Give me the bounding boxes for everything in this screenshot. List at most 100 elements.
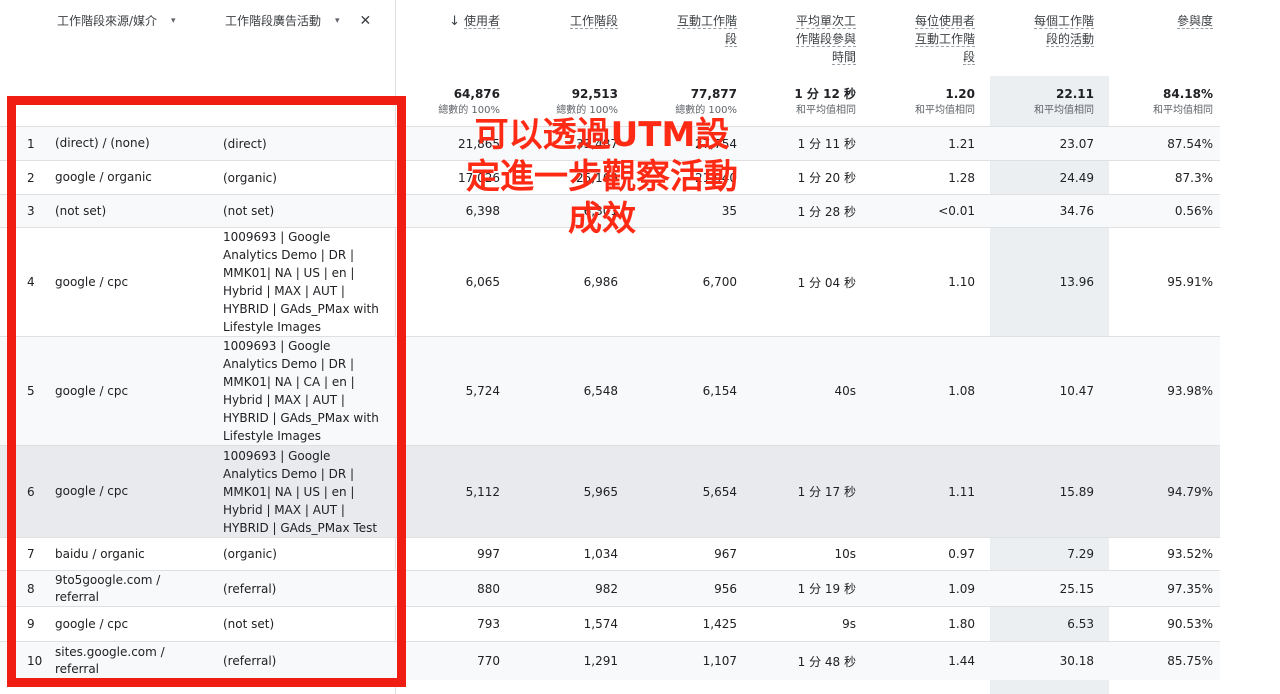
metric-cell: 0.97 — [875, 538, 975, 570]
metric-cell: 956 — [637, 571, 737, 606]
metric-cell: 30.18 — [994, 642, 1094, 680]
metric-cell: 967 — [637, 538, 737, 570]
metric-cell: <0.01 — [875, 195, 975, 227]
metric-cell-text: 1 分 19 秒 — [797, 582, 856, 596]
metric-cell-text: 982 — [595, 581, 618, 596]
metric-cell-text: 1 分 48 秒 — [797, 654, 856, 669]
metric-header-label: 段 — [962, 50, 975, 65]
metric-cell-text: 997 — [477, 547, 500, 561]
metric-header-label: 段 — [724, 32, 737, 47]
metric-header-label: 互動工作階 — [914, 32, 975, 47]
metric-cell: 10.47 — [994, 337, 1094, 445]
metric-cell: 1,574 — [518, 607, 618, 641]
metric-cell: 1.80 — [875, 607, 975, 641]
chevron-down-icon[interactable]: ▾ — [335, 12, 340, 30]
metric-cell-text: 6,548 — [583, 384, 618, 398]
annotation-line: 成效 — [568, 199, 636, 239]
metric-cell-text: 1,425 — [702, 617, 737, 631]
metric-cell: 34.76 — [994, 195, 1094, 227]
metric-cell-text: 1.09 — [948, 581, 975, 596]
metric-cell: 997 — [400, 538, 500, 570]
metric-cell: 93.98% — [1113, 337, 1213, 445]
metric-cell-text: 97.35% — [1167, 581, 1213, 596]
metric-cell: 95.91% — [1113, 228, 1213, 336]
metric-cell-text: 7.29 — [1067, 547, 1094, 561]
dim1-header-label: 工作階段來源/媒介 — [57, 14, 158, 28]
metric-cell: 1 分 17 秒 — [756, 446, 856, 537]
metric-header-label: 使用者 — [463, 14, 500, 29]
metric-header[interactable]: 參與度 — [1176, 12, 1213, 30]
metric-cell-text: 85.75% — [1167, 654, 1213, 668]
metric-header[interactable]: 每個工作階 段的活動 — [1033, 12, 1094, 48]
metric-cell: 1.28 — [875, 161, 975, 194]
metric-cell-text: 30.18 — [1059, 654, 1094, 668]
annotation-box — [7, 96, 406, 687]
dim2-header[interactable]: 工作階段廣告活動 ▾ ✕ — [225, 12, 371, 30]
metric-cell-text: 95.91% — [1167, 275, 1213, 289]
metric-cell: 5,965 — [518, 446, 618, 537]
metric-cell: 1.11 — [875, 446, 975, 537]
metric-cell: 90.53% — [1113, 607, 1213, 641]
metric-cell: 0.56% — [1113, 195, 1213, 227]
metric-cell: 880 — [400, 571, 500, 606]
total-cell: 84.18% 和平均值相同 — [1103, 86, 1213, 118]
metric-cell-text: 1.11 — [948, 484, 975, 499]
metric-cell-text: 87.3% — [1174, 170, 1213, 185]
metric-cell: 6,065 — [400, 228, 500, 336]
metric-header[interactable]: 互動工作階段 — [676, 12, 737, 48]
metric-header-label: 時間 — [831, 50, 856, 65]
metric-cell: 6,548 — [518, 337, 618, 445]
total-cell: 22.11 和平均值相同 — [984, 86, 1094, 118]
metric-cell-text: 87.54% — [1167, 136, 1213, 151]
metric-header-label: 平均單次工 — [795, 14, 856, 29]
metric-cell-text: 25.15 — [1059, 581, 1094, 596]
metric-cell: 1.08 — [875, 337, 975, 445]
close-icon[interactable]: ✕ — [360, 12, 372, 30]
metric-cell: 1,034 — [518, 538, 618, 570]
metric-cell-text: 5,112 — [465, 484, 500, 499]
metric-cell-text: 10s — [834, 547, 856, 561]
report-table: 工作階段來源/媒介 ▾ 工作階段廣告活動 ▾ ✕ ↓ 使用者 工作階段 互動工作階段平… — [0, 0, 1280, 694]
annotation-line: 可以透過UTM設 — [474, 115, 730, 155]
metric-cell-text: 5,724 — [465, 384, 500, 398]
metric-cell-text: 1.44 — [948, 654, 975, 668]
metric-cell-text: 1,107 — [702, 654, 737, 668]
metric-cell-text: 880 — [477, 581, 500, 596]
chevron-down-icon[interactable]: ▾ — [171, 12, 176, 30]
metric-cell-text: 1.10 — [948, 275, 975, 289]
metric-header-label: 工作階段 — [569, 14, 618, 29]
dim1-header[interactable]: 工作階段來源/媒介 ▾ — [57, 12, 176, 30]
metric-cell: 1,107 — [637, 642, 737, 680]
metric-cell: 97.35% — [1113, 571, 1213, 606]
metric-cell-text: 1.21 — [948, 136, 975, 151]
metric-cell: 1.10 — [875, 228, 975, 336]
metric-cell: 1.44 — [875, 642, 975, 680]
metric-cell: 13.96 — [994, 228, 1094, 336]
metric-header[interactable]: 每位使用者 互動工作階段 — [914, 12, 975, 66]
metric-cell: 87.54% — [1113, 127, 1213, 160]
metric-header-label: 段的活動 — [1045, 32, 1094, 47]
metric-cell-text: 93.98% — [1167, 384, 1213, 398]
metric-cell-text: 1,291 — [583, 654, 618, 668]
metric-header[interactable]: 平均單次工 作階段參與 時間 — [795, 12, 856, 66]
metric-cell: 23.07 — [994, 127, 1094, 160]
metric-cell-text: 1,034 — [583, 547, 618, 561]
metric-header[interactable]: 工作階段 — [569, 12, 618, 30]
dim2-header-label: 工作階段廣告活動 — [225, 14, 322, 28]
metric-cell-text: 90.53% — [1167, 617, 1213, 631]
metric-cell: 793 — [400, 607, 500, 641]
metric-cell: 1 分 48 秒 — [756, 642, 856, 680]
total-value: 64,876 — [453, 87, 500, 101]
metric-cell-text: 1.80 — [948, 617, 975, 631]
metric-cell-text: 1 分 11 秒 — [797, 137, 856, 151]
annotation-text: 可以透過UTM設 定進一步觀察活動 成效 — [416, 114, 788, 240]
metric-cell: 1 分 04 秒 — [756, 228, 856, 336]
metric-cell: 25.15 — [994, 571, 1094, 606]
metric-cell-text: 1.08 — [948, 384, 975, 398]
metric-cell-text: 24.49 — [1059, 170, 1094, 185]
metric-cell-text: 15.89 — [1059, 484, 1094, 499]
metric-cell-text: 956 — [714, 581, 737, 596]
metric-cell-text: 6,700 — [702, 275, 737, 289]
metric-cell-text: 6.53 — [1067, 617, 1094, 631]
metric-header[interactable]: ↓ 使用者 — [449, 12, 500, 31]
